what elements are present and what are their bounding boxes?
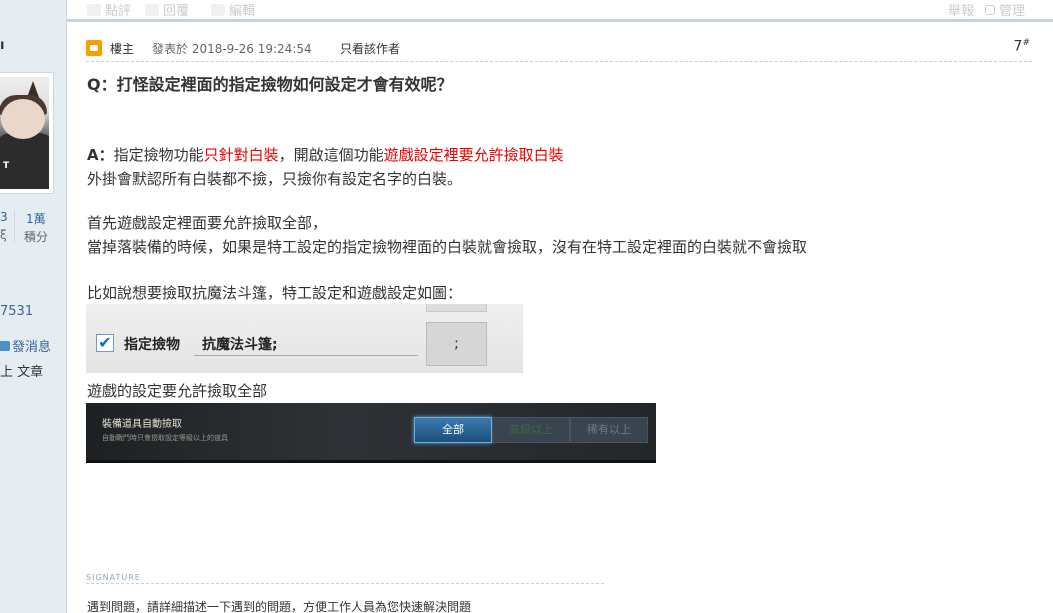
send-message-link[interactable]: 發消息 [0, 336, 51, 355]
checkbox-icon [985, 4, 995, 15]
question-heading: Q：打怪設定裡面的指定撿物如何設定才會有效呢？ [87, 75, 453, 94]
pickup-field: 抗魔法斗篷; [194, 330, 418, 356]
step-line-1: 首先遊戲設定裡面要允許撿取全部， [87, 214, 328, 232]
user-stats: 3 ξ 1萬 積分 [0, 206, 66, 246]
reply-button[interactable]: 回覆 [145, 0, 189, 19]
author-badge-icon [86, 40, 102, 56]
image-caption: 遊戲的設定要允許撿取全部 [87, 382, 268, 400]
answer-line: A：指定撿物功能只針對白裝，開啟這個功能遊戲設定裡要允許撿取白裝 [87, 146, 564, 164]
signature-divider: SIGNATURE [86, 573, 604, 584]
signature-text: 遇到問題，請詳細描述一下遇到的問題，方便工作人員為您快速解決問題 [87, 600, 472, 613]
agent-setting-image[interactable]: ✔ 指定撿物 抗魔法斗篷; ; [86, 304, 523, 373]
separator-button: ; [426, 322, 487, 366]
step-line-2: 當掉落裝備的時候，如果是特工設定的指定撿物裡面的白裝就會撿取，沒有在特工設定裡面… [87, 238, 808, 256]
auto-pickup-title: 裝備道具自動撿取 [102, 419, 182, 430]
pickup-label: 指定撿物 [124, 337, 180, 353]
rate-button[interactable]: 點評 [87, 0, 131, 19]
post-time: 發表於 2018-9-26 19:24:54 [152, 42, 312, 56]
stat-value-1[interactable]: 3 [0, 210, 8, 224]
user-profile-sidebar: ı T 3 ξ 1萬 積分 7531 發消息 上 文章 [0, 0, 67, 613]
auto-pickup-desc: 自動戰鬥時只會撿取設定等級以上的道具 [102, 434, 228, 442]
option-advanced: 高級以上 [492, 417, 570, 443]
only-author-link[interactable]: 只看該作者 [340, 40, 400, 57]
stat-value-points[interactable]: 1萬 [26, 210, 46, 227]
posts-link[interactable]: 上 文章 [0, 361, 43, 380]
floor-number[interactable]: 7# [1014, 38, 1030, 55]
game-setting-image[interactable]: 裝備道具自動撿取 自動戰鬥時只會撿取設定等級以上的道具 全部 高級以上 稀有以上 [86, 403, 656, 463]
message-icon [0, 340, 10, 351]
option-all: 全部 [414, 417, 492, 443]
report-button[interactable]: 舉報 [948, 0, 974, 19]
post-toolbar: 點評 回覆 編輯 舉報 管理 [67, 0, 1053, 22]
stat-label-1: ξ [0, 228, 7, 242]
rate-icon [87, 3, 101, 16]
checkbox-checked-icon: ✔ [96, 334, 114, 352]
reply-icon [145, 3, 159, 16]
stat-label-points: 積分 [24, 230, 49, 244]
avatar[interactable]: T [0, 72, 54, 194]
option-rare: 稀有以上 [570, 417, 648, 443]
manage-button[interactable]: 管理 [985, 0, 1025, 19]
username[interactable]: ı [0, 38, 4, 53]
example-line: 比如說想要撿取抗魔法斗篷，特工設定和遊戲設定如圖： [87, 284, 463, 302]
edit-icon [211, 3, 225, 16]
answer-line-2: 外掛會默認所有白裝都不撿，只撿你有設定名字的白裝。 [87, 170, 463, 188]
author-badge-label: 樓主 [110, 42, 135, 56]
signature-heading: SIGNATURE [86, 573, 145, 582]
post-header: 樓主 發表於 2018-9-26 19:24:54 只看該作者 7# [86, 36, 1032, 62]
edit-button[interactable]: 編輯 [211, 0, 255, 19]
user-id[interactable]: 7531 [0, 304, 33, 319]
